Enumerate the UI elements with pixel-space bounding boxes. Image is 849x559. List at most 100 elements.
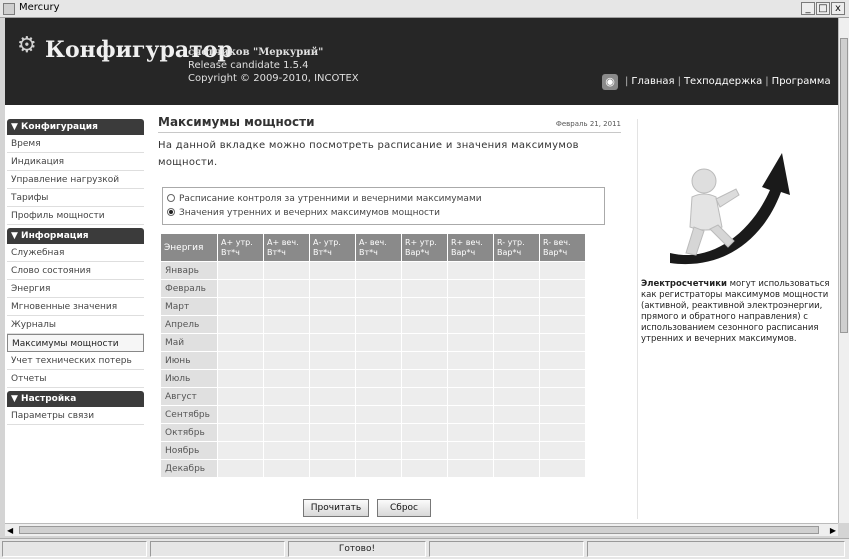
vertical-scroll-thumb[interactable] bbox=[840, 38, 848, 333]
value-cell bbox=[217, 297, 264, 316]
month-cell: Март bbox=[160, 297, 218, 316]
radio-values-option[interactable]: Значения утренних и вечерних максимумов … bbox=[167, 208, 440, 218]
value-cell bbox=[447, 423, 494, 442]
value-cell bbox=[447, 369, 494, 388]
value-cell bbox=[401, 441, 448, 460]
nav-program-link[interactable]: Программа bbox=[772, 76, 831, 87]
month-cell: Август bbox=[160, 387, 218, 406]
value-cell bbox=[493, 279, 540, 298]
value-cell bbox=[217, 279, 264, 298]
value-cell bbox=[401, 297, 448, 316]
value-cell bbox=[539, 423, 586, 442]
value-cell bbox=[447, 351, 494, 370]
maximize-button[interactable]: □ bbox=[816, 2, 830, 15]
value-cell bbox=[309, 333, 356, 352]
horizontal-scroll-thumb[interactable] bbox=[19, 526, 819, 534]
sidebar-item-energy[interactable]: Энергия bbox=[7, 280, 144, 298]
sidebar-section-information[interactable]: ▼ Информация bbox=[7, 228, 144, 244]
value-cell bbox=[539, 459, 586, 478]
value-cell bbox=[493, 423, 540, 442]
read-button[interactable]: Прочитать bbox=[303, 499, 369, 517]
rss-icon[interactable]: ◉ bbox=[602, 74, 618, 90]
value-cell bbox=[355, 387, 402, 406]
sidebar-item-logs[interactable]: Журналы bbox=[7, 316, 144, 334]
value-cell bbox=[309, 387, 356, 406]
radio-button-checked[interactable] bbox=[167, 208, 175, 216]
value-cell bbox=[493, 315, 540, 334]
sidebar-item-service[interactable]: Служебная bbox=[7, 244, 144, 262]
value-cell bbox=[401, 261, 448, 280]
value-cell bbox=[401, 333, 448, 352]
value-cell bbox=[493, 459, 540, 478]
value-cell bbox=[263, 333, 310, 352]
mode-selector: Расписание контроля за утренними и вечер… bbox=[162, 187, 605, 225]
table-body: Январь Февраль Март Апрель Май Июнь Июль Август… bbox=[160, 261, 586, 478]
table-header-row: Энергия А+ утр. Вт*ч А+ веч. Вт*ч А- утр… bbox=[160, 233, 586, 262]
month-cell: Ноябрь bbox=[160, 441, 218, 460]
radio-button[interactable] bbox=[167, 194, 175, 202]
value-cell bbox=[217, 423, 264, 442]
month-cell: Февраль bbox=[160, 279, 218, 298]
sidebar-item-technical-losses[interactable]: Учет технических потерь bbox=[7, 352, 144, 370]
nav-support-link[interactable]: Техподдержка bbox=[684, 76, 762, 87]
radio-schedule-label: Расписание контроля за утренними и вечер… bbox=[179, 194, 482, 204]
sidebar-item-time[interactable]: Время bbox=[7, 135, 144, 153]
sidebar-item-status-word[interactable]: Слово состояния bbox=[7, 262, 144, 280]
value-cell bbox=[217, 387, 264, 406]
value-cell bbox=[263, 459, 310, 478]
scroll-right-icon[interactable]: ▶ bbox=[830, 526, 836, 535]
vertical-scrollbar[interactable] bbox=[838, 18, 849, 523]
value-cell bbox=[217, 333, 264, 352]
table-row: Сентябрь bbox=[160, 405, 586, 424]
value-cell bbox=[309, 279, 356, 298]
table-row: Август bbox=[160, 387, 586, 406]
release-version: Release candidate 1.5.4 bbox=[188, 60, 309, 71]
value-cell bbox=[263, 387, 310, 406]
column-header: R- утр. Вар*ч bbox=[493, 233, 540, 262]
nav-home-link[interactable]: Главная bbox=[631, 76, 674, 87]
sidebar: ▼ Конфигурация Время Индикация Управлени… bbox=[7, 119, 144, 425]
value-cell bbox=[401, 459, 448, 478]
status-segment bbox=[587, 541, 845, 557]
sidebar-item-power-maximums[interactable]: Максимумы мощности bbox=[7, 334, 144, 352]
sidebar-item-power-profile[interactable]: Профиль мощности bbox=[7, 207, 144, 225]
minimize-button[interactable]: _ bbox=[801, 2, 815, 15]
scroll-left-icon[interactable]: ◀ bbox=[7, 526, 13, 535]
horizontal-scrollbar[interactable]: ◀ ▶ bbox=[5, 523, 838, 536]
value-cell bbox=[401, 369, 448, 388]
app-icon bbox=[3, 3, 15, 15]
sidebar-section-settings[interactable]: ▼ Настройка bbox=[7, 391, 144, 407]
value-cell bbox=[217, 405, 264, 424]
radio-schedule-option[interactable]: Расписание контроля за утренними и вечер… bbox=[167, 194, 482, 204]
value-cell bbox=[309, 261, 356, 280]
table-row: Май bbox=[160, 333, 586, 352]
table-row: Октябрь bbox=[160, 423, 586, 442]
reset-button[interactable]: Сброс bbox=[377, 499, 431, 517]
sidebar-section-configuration[interactable]: ▼ Конфигурация bbox=[7, 119, 144, 135]
sidebar-item-indication[interactable]: Индикация bbox=[7, 153, 144, 171]
page-title: Максимумы мощности bbox=[158, 115, 315, 129]
page-date: Февраль 21, 2011 bbox=[555, 120, 621, 128]
value-cell bbox=[539, 315, 586, 334]
sidebar-item-connection-params[interactable]: Параметры связи bbox=[7, 407, 144, 425]
sidebar-item-load-control[interactable]: Управление нагрузкой bbox=[7, 171, 144, 189]
value-cell bbox=[355, 369, 402, 388]
maximums-table: Энергия А+ утр. Вт*ч А+ веч. Вт*ч А- утр… bbox=[160, 233, 586, 478]
value-cell bbox=[401, 351, 448, 370]
value-cell bbox=[447, 441, 494, 460]
sidebar-item-reports[interactable]: Отчеты bbox=[7, 370, 144, 388]
value-cell bbox=[217, 315, 264, 334]
month-cell: Октябрь bbox=[160, 423, 218, 442]
column-header: R- веч. Вар*ч bbox=[539, 233, 586, 262]
value-cell bbox=[401, 405, 448, 424]
value-cell bbox=[539, 261, 586, 280]
sidebar-item-tariffs[interactable]: Тарифы bbox=[7, 189, 144, 207]
close-button[interactable]: x bbox=[831, 2, 845, 15]
value-cell bbox=[263, 405, 310, 424]
month-cell: Январь bbox=[160, 261, 218, 280]
value-cell bbox=[493, 387, 540, 406]
window-titlebar: Mercury _ □ x bbox=[0, 0, 849, 18]
sidebar-item-instant-values[interactable]: Мгновенные значения bbox=[7, 298, 144, 316]
value-cell bbox=[355, 261, 402, 280]
value-cell bbox=[447, 333, 494, 352]
